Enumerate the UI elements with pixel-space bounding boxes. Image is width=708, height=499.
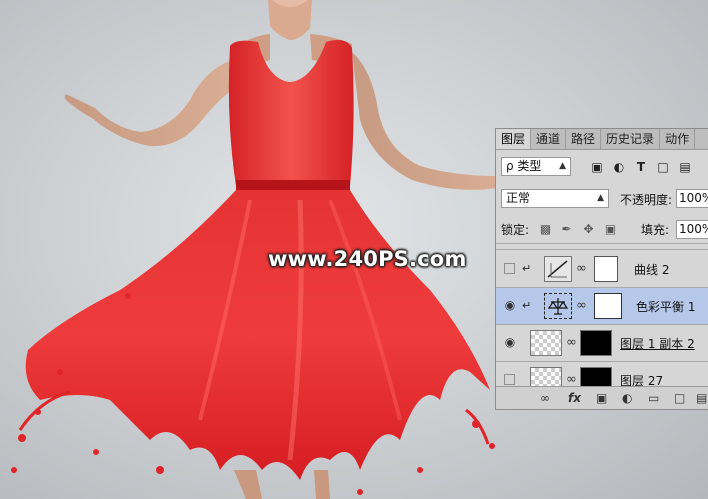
layer-name[interactable]: 色彩平衡 1: [636, 298, 695, 315]
visibility-toggle[interactable]: [504, 374, 515, 385]
lock-all-icon[interactable]: ▣: [604, 223, 617, 236]
text-filter-icon[interactable]: T: [634, 160, 648, 174]
lock-transparency-icon[interactable]: ▩: [539, 223, 552, 236]
clip-arrow-icon: ↵: [522, 299, 532, 312]
folder-icon[interactable]: ▭: [648, 390, 659, 406]
clip-arrow-icon: ↵: [522, 262, 532, 275]
adjustment-filter-icon[interactable]: ◐: [612, 160, 626, 174]
chevron-updown-icon: ▲︎: [559, 161, 566, 171]
model-right-arm: [352, 52, 498, 190]
opacity-label: 不透明度:: [620, 193, 673, 207]
tab-channels[interactable]: 通道: [531, 129, 567, 149]
link-icon[interactable]: ∞: [540, 390, 550, 406]
lock-label: 锁定:: [501, 223, 530, 237]
new-layer-icon[interactable]: □: [674, 390, 685, 406]
curves-adjustment-icon: [544, 256, 572, 282]
chevron-updown-icon: ▲︎: [597, 193, 604, 203]
layer-mask-thumbnail[interactable]: [580, 330, 612, 356]
layer-name[interactable]: 图层 1 副本 2: [620, 335, 695, 352]
layer-thumbnail: [530, 330, 562, 356]
layer-row-color-balance-1[interactable]: ◉ ↵ ∞ 色彩平衡 1: [496, 288, 708, 325]
layer-name[interactable]: 曲线 2: [634, 261, 669, 278]
fill-label: 填充:: [641, 223, 670, 237]
image-filter-icon[interactable]: ▣: [590, 160, 604, 174]
dress-skirt: [25, 190, 490, 480]
mask-icon[interactable]: ▣: [596, 390, 607, 406]
layer-row-layer-1-copy-2[interactable]: ◉ ∞ 图层 1 副本 2: [496, 325, 708, 362]
visibility-toggle[interactable]: [504, 263, 515, 274]
eye-icon[interactable]: ◉: [502, 334, 518, 350]
tab-actions[interactable]: 动作: [660, 129, 696, 149]
layer-row-partial: [496, 243, 708, 250]
link-chain-icon: ∞: [576, 298, 587, 313]
layer-list: ↵ ∞ 曲线 2 ◉ ↵ ∞ 色彩平衡 1 ◉ ∞ 图层 1 副本 2 ∞ 图层…: [496, 243, 708, 393]
layer-row-curves-2[interactable]: ↵ ∞ 曲线 2: [496, 251, 708, 288]
lock-row: 锁定: ▩ ✒ ✥ ▣ 填充: 100%: [496, 217, 708, 244]
blend-mode-value: 正常: [506, 191, 531, 205]
layer-mask-thumbnail[interactable]: [594, 256, 618, 282]
tab-paths[interactable]: 路径: [566, 129, 602, 149]
model-left-arm: [64, 60, 233, 147]
blend-mode-select[interactable]: 正常 ▲︎: [501, 189, 609, 208]
balance-scale-icon: [544, 293, 572, 319]
fx-icon[interactable]: fx: [568, 390, 581, 406]
model-legs: [234, 470, 262, 499]
adjustment-icon[interactable]: ◐: [622, 390, 632, 406]
panel-bottom-bar: ∞ fx ▣ ◐ ▭ □ ▤: [496, 386, 708, 409]
layer-mask-thumbnail[interactable]: [594, 293, 622, 319]
filter-label: ρ 类型: [506, 159, 542, 173]
filter-row: ρ 类型 ▲︎ ▣ ◐ T □ ▤: [496, 157, 708, 179]
lock-move-icon[interactable]: ✥: [582, 223, 595, 236]
layer-filter-select[interactable]: ρ 类型 ▲︎: [501, 157, 571, 176]
smart-object-filter-icon[interactable]: ▤: [678, 160, 692, 174]
shape-filter-icon[interactable]: □: [656, 160, 670, 174]
trash-icon[interactable]: ▤: [696, 390, 707, 406]
fill-input[interactable]: 100%: [676, 220, 708, 239]
layers-panel: 图层 通道 路径 历史记录 动作 ρ 类型 ▲︎ ▣ ◐ T □ ▤ 正常 ▲︎…: [495, 128, 708, 410]
tab-history[interactable]: 历史记录: [601, 129, 661, 149]
link-chain-icon: ∞: [566, 372, 577, 387]
blend-row: 正常 ▲︎ 不透明度: 100%: [496, 189, 708, 211]
dress-bodice: [228, 40, 354, 186]
watermark-text: www.240PS.com: [268, 247, 467, 271]
lock-brush-icon[interactable]: ✒: [560, 223, 573, 236]
opacity-input[interactable]: 100%: [676, 189, 708, 208]
eye-icon[interactable]: ◉: [502, 297, 518, 313]
link-chain-icon: ∞: [576, 261, 587, 276]
tab-layers[interactable]: 图层: [496, 129, 532, 149]
link-chain-icon: ∞: [566, 335, 577, 350]
panel-tabs: 图层 通道 路径 历史记录 动作: [496, 129, 708, 150]
